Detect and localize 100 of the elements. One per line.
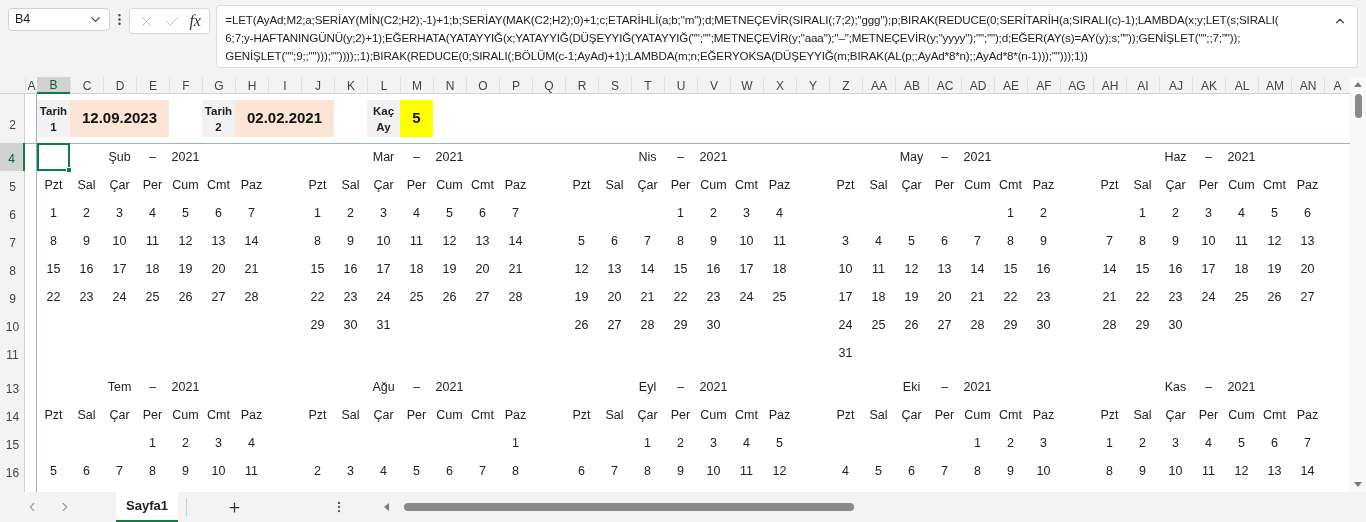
weekday-label: Per (141, 406, 164, 424)
day-number: 15 (1134, 260, 1151, 278)
row-header[interactable]: 16 (0, 457, 25, 485)
day-number: 1 (148, 434, 157, 452)
day-number: 8 (1138, 232, 1147, 250)
dash: – (1204, 378, 1213, 396)
day-number: 19 (903, 288, 920, 306)
column-header[interactable]: AE (994, 77, 1027, 94)
add-sheet-icon[interactable] (226, 499, 242, 515)
weekday-label: Çar (372, 176, 395, 194)
column-header[interactable]: AG (1060, 77, 1093, 94)
column-header[interactable]: U (664, 77, 697, 94)
column-header[interactable]: AH (1093, 77, 1126, 94)
name-box[interactable]: B4 (8, 8, 110, 31)
column-header[interactable]: B (37, 77, 70, 94)
day-number: 10 (1167, 462, 1184, 480)
column-header[interactable]: AI (1126, 77, 1159, 94)
column-header[interactable]: AK (1192, 77, 1225, 94)
day-number: 2 (346, 204, 355, 222)
day-number: 31 (375, 316, 392, 334)
row-header[interactable]: 6 (0, 199, 25, 227)
column-header[interactable]: AD (961, 77, 994, 94)
scrollbar-thumb[interactable] (403, 503, 854, 511)
month-name: Kas (1163, 378, 1188, 396)
day-number: 5 (874, 462, 883, 480)
row-header[interactable]: 11 (0, 339, 25, 367)
row-header[interactable]: 10 (0, 311, 25, 339)
row-header[interactable]: 4 (0, 143, 25, 171)
input-value-field[interactable]: 5 (400, 100, 433, 137)
column-header[interactable]: T (631, 77, 664, 94)
weekday-label: Cmt (734, 406, 759, 424)
column-header[interactable]: Z (829, 77, 862, 94)
day-number: 25 (144, 288, 161, 306)
column-header[interactable]: AM (1258, 77, 1291, 94)
day-number: 12 (573, 260, 590, 278)
column-header[interactable]: S (598, 77, 631, 94)
scroll-up-icon[interactable] (1353, 80, 1363, 90)
day-number: 6 (1270, 434, 1279, 452)
weekday-label: Çar (108, 406, 131, 424)
day-number: 2 (82, 204, 91, 222)
day-number: 8 (148, 462, 157, 480)
day-number: 6 (445, 462, 454, 480)
dash: – (676, 378, 685, 396)
row-header[interactable]: 13 (0, 373, 25, 401)
formula-field[interactable] (216, 5, 1358, 68)
day-number: 3 (841, 232, 850, 250)
column-header[interactable]: AB (895, 77, 928, 94)
day-number: 10 (837, 260, 854, 278)
vertical-scrollbar[interactable] (1350, 77, 1366, 492)
fill-handle[interactable] (66, 167, 72, 173)
row-header[interactable]: 8 (0, 255, 25, 283)
column-header[interactable]: G (202, 77, 235, 94)
sheet-tab[interactable]: Sayfa1 (116, 492, 178, 522)
column-header[interactable]: AJ (1159, 77, 1192, 94)
input-label: Kaç Ay (367, 100, 400, 137)
column-header[interactable]: M (400, 77, 433, 94)
column-header[interactable]: AF (1027, 77, 1060, 94)
column-header[interactable]: Y (796, 77, 829, 94)
row-header[interactable]: 2 (0, 100, 25, 137)
column-header[interactable]: R (565, 77, 598, 94)
column-header[interactable]: I (268, 77, 301, 94)
column-header[interactable]: L (367, 77, 400, 94)
year-label: 2021 (434, 148, 465, 166)
column-header[interactable]: H (235, 77, 268, 94)
column-header[interactable]: E (136, 77, 169, 94)
column-header[interactable]: D (103, 77, 136, 94)
column-header[interactable]: K (334, 77, 367, 94)
scrollbar-thumb[interactable] (1354, 94, 1362, 118)
weekday-label: Çar (900, 406, 923, 424)
column-header[interactable]: O (466, 77, 499, 94)
day-number: 20 (210, 260, 227, 278)
row-header[interactable]: 7 (0, 227, 25, 255)
selected-cell[interactable] (37, 143, 70, 171)
column-header[interactable]: AN (1291, 77, 1324, 94)
row-header[interactable]: 9 (0, 283, 25, 311)
column-header[interactable]: C (70, 77, 103, 94)
day-number: 11 (871, 260, 886, 278)
column-header[interactable]: P (499, 77, 532, 94)
column-header[interactable]: F (169, 77, 202, 94)
input-value-field[interactable]: 02.02.2021 (235, 100, 334, 137)
row-header[interactable]: 14 (0, 401, 25, 429)
column-header[interactable]: V (697, 77, 730, 94)
input-value-field[interactable]: 12.09.2023 (70, 100, 169, 137)
column-header[interactable]: J (301, 77, 334, 94)
insert-function-button[interactable]: fx (189, 9, 201, 33)
day-number: 18 (870, 288, 887, 306)
day-number: 2 (1171, 204, 1180, 222)
row-header[interactable]: 5 (0, 171, 25, 199)
column-header[interactable]: AL (1225, 77, 1258, 94)
day-number: 1 (1105, 434, 1114, 452)
column-header[interactable]: AC (928, 77, 961, 94)
column-header[interactable]: X (763, 77, 796, 94)
day-number: 10 (111, 232, 128, 250)
day-number: 7 (511, 204, 520, 222)
column-header[interactable]: Q (532, 77, 565, 94)
row-header[interactable]: 15 (0, 429, 25, 457)
column-header[interactable]: N (433, 77, 466, 94)
column-header[interactable]: AA (862, 77, 895, 94)
day-number: 14 (243, 232, 260, 250)
column-header[interactable]: W (730, 77, 763, 94)
